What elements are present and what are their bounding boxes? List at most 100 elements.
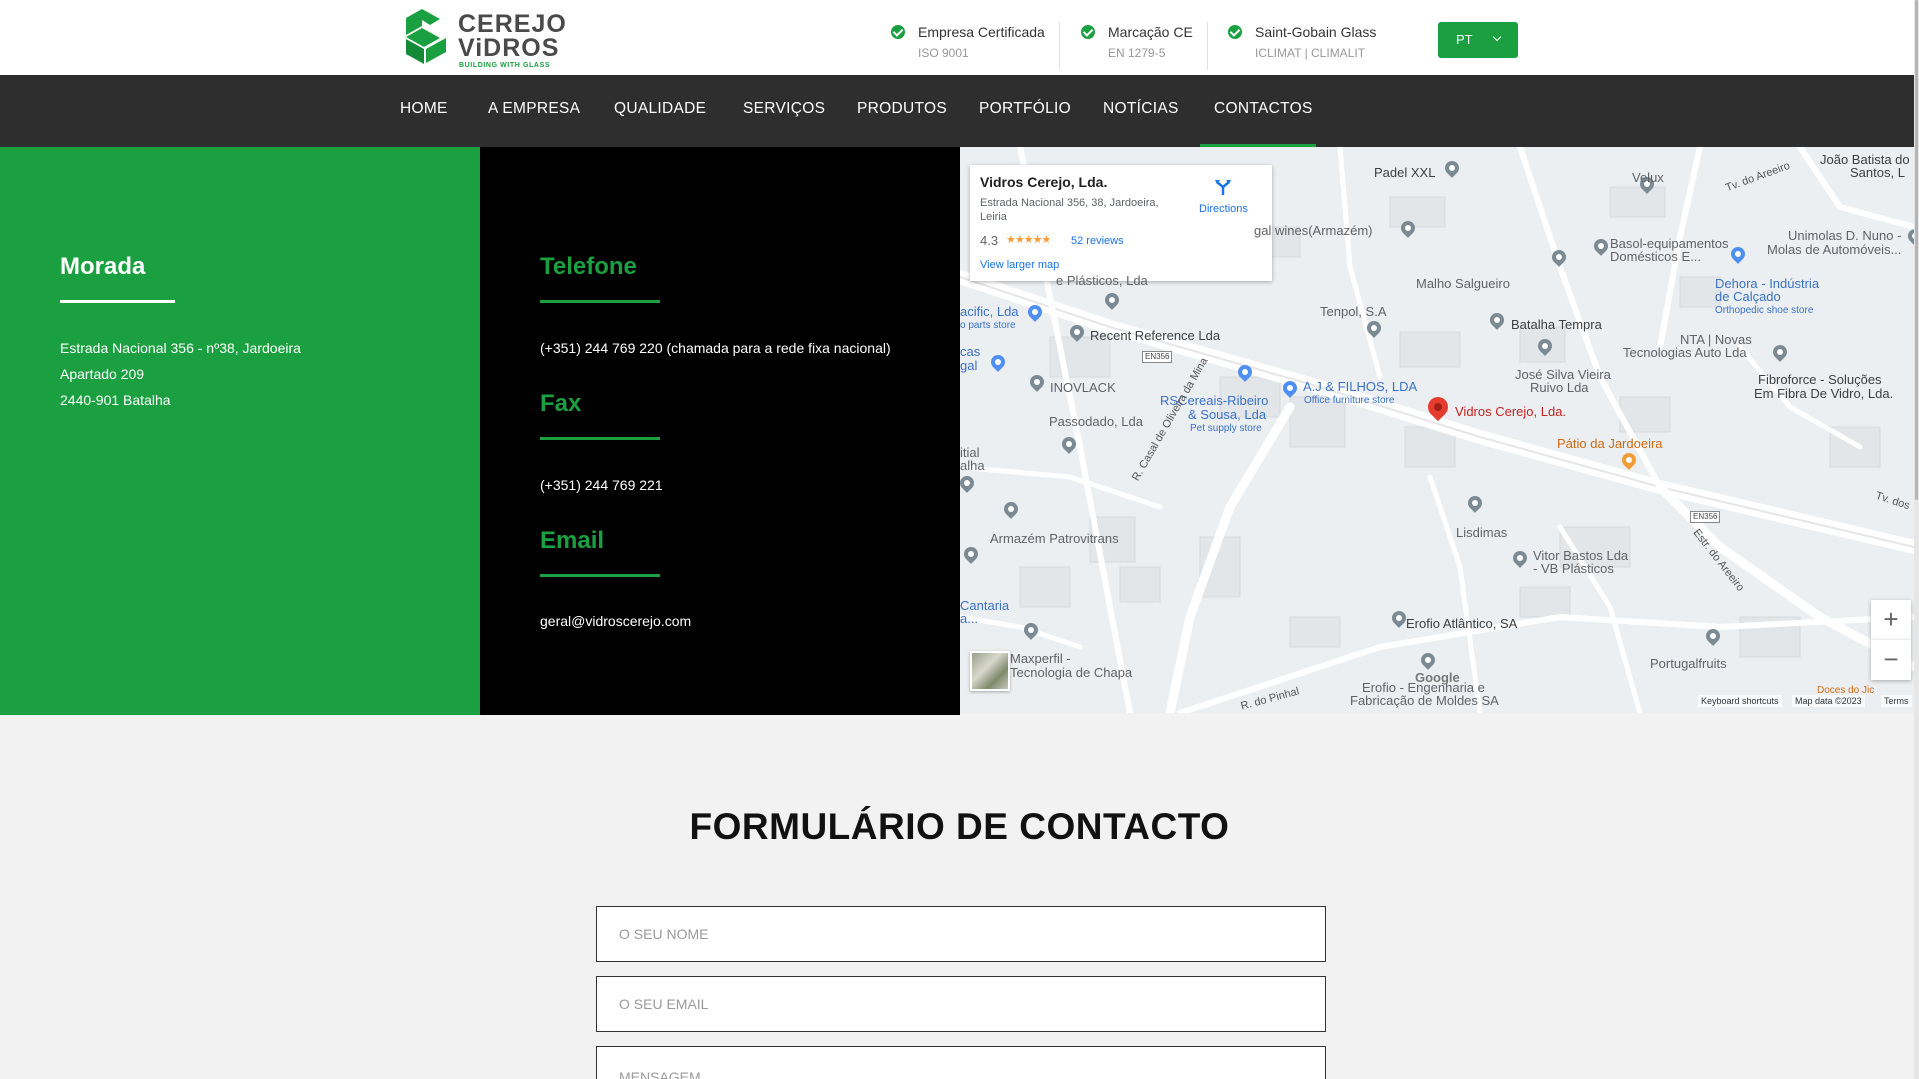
map-place-label[interactable]: Fibroforce - Soluções bbox=[1758, 373, 1882, 386]
embedded-map[interactable]: Vidros Cerejo, Lda. Estrada Nacional 356… bbox=[960, 147, 1914, 713]
email-input[interactable] bbox=[596, 976, 1326, 1032]
check-circle-icon bbox=[1081, 25, 1095, 39]
directions-link[interactable]: Directions bbox=[1199, 203, 1248, 215]
heading-underline bbox=[540, 437, 660, 440]
top-header: CEREJO ViDROS BUILDING WITH GLASS Empres… bbox=[0, 0, 1919, 75]
map-place-label[interactable]: - VB Plásticos bbox=[1533, 562, 1614, 575]
map-place-label[interactable]: Domésticos E... bbox=[1610, 250, 1701, 263]
map-place-label[interactable]: Tecnologias Auto Lda bbox=[1623, 346, 1747, 359]
message-input[interactable] bbox=[596, 1046, 1326, 1079]
map-place-label[interactable]: Velux bbox=[1632, 171, 1664, 184]
email-link[interactable]: geral@vidroscerejo.com bbox=[540, 608, 691, 634]
place-info-card: Vidros Cerejo, Lda. Estrada Nacional 356… bbox=[970, 165, 1272, 281]
map-place-label[interactable]: Em Fibra De Vidro, Lda. bbox=[1754, 387, 1893, 400]
map-place-label[interactable]: Ruivo Lda bbox=[1530, 381, 1589, 394]
map-data-attribution: Map data ©2023 bbox=[1792, 695, 1865, 707]
map-place-label[interactable]: Tecnologia de Chapa bbox=[1010, 666, 1132, 679]
map-place-label[interactable]: INOVLACK bbox=[1050, 381, 1116, 394]
cert-subtitle: EN 1279-5 bbox=[1108, 46, 1166, 60]
nav-empresa[interactable]: A EMPRESA bbox=[488, 100, 580, 118]
nav-portfolio[interactable]: PORTFÓLIO bbox=[979, 100, 1071, 118]
map-place-label[interactable]: de Calçado bbox=[1715, 290, 1781, 303]
fax-number: (+351) 244 769 221 bbox=[540, 477, 663, 493]
cert-subtitle: ICLIMAT | CLIMALIT bbox=[1255, 46, 1366, 60]
map-place-label[interactable]: cas bbox=[960, 345, 980, 358]
road-shield: EN356 bbox=[1142, 351, 1173, 363]
map-place-label[interactable]: Malho Salgueiro bbox=[1416, 277, 1510, 290]
map-place-label[interactable]: Passodado, Lda bbox=[1049, 415, 1143, 428]
nav-servicos[interactable]: SERVIÇOS bbox=[743, 100, 825, 118]
map-place-label[interactable]: Recent Reference Lda bbox=[1090, 329, 1220, 342]
map-place-label[interactable]: e Plásticos, Lda bbox=[1056, 274, 1148, 287]
map-place-label[interactable]: gal wines(Armazém) bbox=[1254, 224, 1372, 237]
language-select[interactable]: PT bbox=[1438, 22, 1518, 58]
place-rating: 4.3 bbox=[980, 233, 999, 248]
cert-title: Marcação CE bbox=[1108, 24, 1193, 40]
map-place-label[interactable]: Molas de Automóveis... bbox=[1767, 243, 1901, 256]
nav-noticias[interactable]: NOTÍCIAS bbox=[1103, 100, 1179, 118]
check-circle-icon bbox=[1228, 25, 1242, 39]
address-line: Estrada Nacional 356 - nº38, Jardoeira bbox=[60, 340, 301, 356]
map-place-label[interactable]: Maxperfil - bbox=[1010, 652, 1071, 665]
map-place-label: Orthopedic shoe store bbox=[1715, 305, 1814, 316]
divider bbox=[1059, 22, 1060, 70]
map-place-label[interactable]: alha bbox=[960, 459, 985, 472]
map-place-label[interactable]: Batalha Tempra bbox=[1511, 318, 1602, 331]
map-place-label[interactable]: Pátio da Jardoeira bbox=[1557, 437, 1663, 450]
map-place-label[interactable]: acific, Lda bbox=[960, 305, 1019, 318]
map-place-label[interactable]: & Sousa, Lda bbox=[1188, 408, 1266, 421]
view-larger-map-link[interactable]: View larger map bbox=[980, 259, 1059, 271]
map-place-label[interactable]: Armazém Patrovitrans bbox=[990, 532, 1119, 545]
brand-logo[interactable]: CEREJO ViDROS BUILDING WITH GLASS bbox=[400, 6, 566, 72]
phone-number[interactable]: (+351) 244 769 220 (chamada para a rede … bbox=[540, 335, 891, 361]
map-place-label[interactable]: Vidros Cerejo, Lda. bbox=[1455, 405, 1566, 418]
zoom-out-button[interactable]: − bbox=[1871, 640, 1911, 680]
address-line: 2440-901 Batalha bbox=[60, 392, 171, 408]
form-title: FORMULÁRIO DE CONTACTO bbox=[689, 806, 1230, 847]
star-rating-icon: ★★★★★ bbox=[1006, 234, 1051, 246]
map-place-label[interactable]: a... bbox=[960, 612, 978, 625]
zoom-in-button[interactable]: + bbox=[1871, 600, 1911, 640]
logo-mark-icon bbox=[406, 9, 446, 64]
map-place-label[interactable]: Santos, L bbox=[1850, 166, 1905, 179]
google-logo: Google bbox=[1415, 670, 1460, 685]
map-place-label[interactable]: Unimolas D. Nuno - bbox=[1788, 229, 1901, 242]
divider bbox=[1207, 22, 1208, 70]
map-place-label[interactable]: Portugalfruits bbox=[1650, 657, 1727, 670]
road-shield: EN356 bbox=[1690, 511, 1721, 523]
map-place-label[interactable]: Fabricação de Moldes SA bbox=[1350, 694, 1499, 707]
map-place-label[interactable]: Padel XXL bbox=[1374, 166, 1435, 179]
nav-contactos[interactable]: CONTACTOS bbox=[1214, 100, 1313, 118]
address-panel: Morada Estrada Nacional 356 - nº38, Jard… bbox=[0, 147, 480, 715]
nav-produtos[interactable]: PRODUTOS bbox=[857, 100, 947, 118]
map-place-label: o parts store bbox=[960, 320, 1016, 331]
check-circle-icon bbox=[891, 25, 905, 39]
contacts-panel: Telefone (+351) 244 769 220 (chamada par… bbox=[480, 147, 960, 715]
cert-subtitle: ISO 9001 bbox=[918, 46, 969, 60]
directions-icon[interactable] bbox=[1213, 177, 1233, 197]
phone-heading: Telefone bbox=[540, 253, 637, 280]
heading-underline bbox=[540, 574, 660, 577]
email-heading: Email bbox=[540, 527, 605, 554]
main-nav: HOME A EMPRESA QUALIDADE SERVIÇOS PRODUT… bbox=[0, 75, 1919, 147]
brand-name-line2: ViDROS bbox=[458, 34, 560, 62]
map-place-label: Office furniture store bbox=[1304, 395, 1395, 406]
keyboard-shortcuts-link[interactable]: Keyboard shortcuts bbox=[1698, 695, 1782, 707]
nav-qualidade[interactable]: QUALIDADE bbox=[614, 100, 706, 118]
address-line: Apartado 209 bbox=[60, 366, 145, 382]
fax-heading: Fax bbox=[540, 390, 582, 417]
map-place-label[interactable]: A.J & FILHOS, LDA bbox=[1303, 380, 1417, 393]
scrollbar-thumb[interactable] bbox=[1915, 0, 1918, 500]
terms-link[interactable]: Terms bbox=[1881, 695, 1912, 707]
reviews-link[interactable]: 52 reviews bbox=[1071, 235, 1124, 247]
map-place-label[interactable]: Erofio Atlântico, SA bbox=[1406, 617, 1517, 630]
name-input[interactable] bbox=[596, 906, 1326, 962]
map-place-label[interactable]: Lisdimas bbox=[1456, 526, 1507, 539]
map-place-label[interactable]: gal bbox=[960, 359, 977, 372]
place-address: Estrada Nacional 356, 38, Jardoeira, Lei… bbox=[980, 197, 1159, 223]
map-place-label: Pet supply store bbox=[1190, 423, 1262, 434]
nav-home[interactable]: HOME bbox=[400, 100, 448, 118]
map-place-label[interactable]: Tenpol, S.A bbox=[1320, 305, 1387, 318]
satellite-toggle-thumbnail[interactable] bbox=[970, 651, 1010, 691]
language-value: PT bbox=[1456, 32, 1473, 47]
